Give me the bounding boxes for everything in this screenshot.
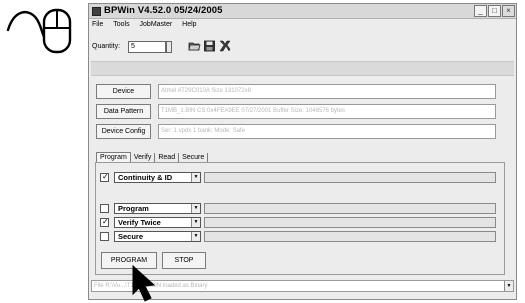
secure-select[interactable]: Secure ▼: [114, 231, 201, 242]
separator-band: [91, 61, 514, 76]
continuity-checkbox[interactable]: ✓: [100, 172, 109, 182]
quantity-spinner[interactable]: [166, 41, 172, 53]
verify-progress: [204, 217, 496, 228]
verify-checkbox[interactable]: ✓: [100, 217, 109, 227]
device-button[interactable]: Device: [96, 84, 151, 99]
maximize-button[interactable]: □: [488, 5, 501, 17]
pointer-cursor-icon: [132, 264, 156, 302]
window-title: BPWin V4.52.0 05/24/2005: [104, 5, 223, 16]
select-value: Continuity & ID: [118, 173, 173, 182]
program-progress: [204, 203, 496, 214]
app-icon: [92, 7, 101, 16]
menu-bar: File Tools JobMaster Help: [92, 21, 205, 32]
secure-progress: [204, 231, 496, 242]
mouse-icon: [6, 8, 72, 54]
menu-help[interactable]: Help: [182, 21, 196, 28]
dropdown-arrow-icon[interactable]: ▼: [191, 204, 200, 213]
device-config-info-field: Ser: 1 vpdx 1 bank: Mode: Safe: [158, 124, 496, 139]
save-disk-icon[interactable]: [203, 40, 216, 52]
status-dropdown-icon[interactable]: ▼: [504, 281, 513, 291]
quantity-label: Quantity:: [92, 43, 121, 50]
data-pattern-button[interactable]: Data Pattern: [96, 104, 151, 119]
dropdown-arrow-icon[interactable]: ▼: [191, 173, 200, 182]
data-pattern-info-field: T1MB_1.BIN CS:0x4FEA9EE 07/27/2001 Buffe…: [158, 104, 496, 119]
stage: BPWin V4.52.0 05/24/2005 _ □ × File Tool…: [0, 0, 525, 303]
continuity-select[interactable]: Continuity & ID ▼: [114, 172, 201, 183]
device-config-button[interactable]: Device Config: [96, 124, 151, 139]
continuity-progress: [204, 172, 496, 183]
select-value: Secure: [118, 232, 144, 241]
open-folder-icon[interactable]: [188, 40, 201, 52]
minimize-button[interactable]: _: [474, 5, 487, 17]
check-mark-icon: ✓: [102, 172, 109, 181]
menu-tools[interactable]: Tools: [113, 21, 129, 28]
menu-file[interactable]: File: [92, 21, 103, 28]
check-mark-icon: ✓: [102, 217, 109, 226]
device-chip-icon[interactable]: [218, 40, 231, 52]
application-window: BPWin V4.52.0 05/24/2005 _ □ × File Tool…: [88, 3, 517, 300]
secure-checkbox[interactable]: [100, 232, 109, 241]
dropdown-arrow-icon[interactable]: ▼: [191, 218, 200, 227]
menu-jobmaster[interactable]: JobMaster: [140, 21, 173, 28]
operations-panel: ✓ Continuity & ID ▼ Program ▼ ✓ Verify T: [95, 162, 505, 275]
title-bar[interactable]: BPWin V4.52.0 05/24/2005 _ □ ×: [89, 4, 516, 19]
select-value: Program: [118, 204, 149, 213]
program-select[interactable]: Program ▼: [114, 203, 201, 214]
program-checkbox[interactable]: [100, 204, 109, 213]
dropdown-arrow-icon[interactable]: ▼: [191, 232, 200, 241]
select-value: Verify Twice: [118, 218, 161, 227]
quantity-field[interactable]: 5: [128, 41, 166, 53]
close-button[interactable]: ×: [502, 5, 515, 17]
stop-button[interactable]: STOP: [162, 252, 206, 269]
device-info-field: Atmel AT29C010A Size 131072x8: [158, 84, 496, 99]
verify-select[interactable]: Verify Twice ▼: [114, 217, 201, 228]
